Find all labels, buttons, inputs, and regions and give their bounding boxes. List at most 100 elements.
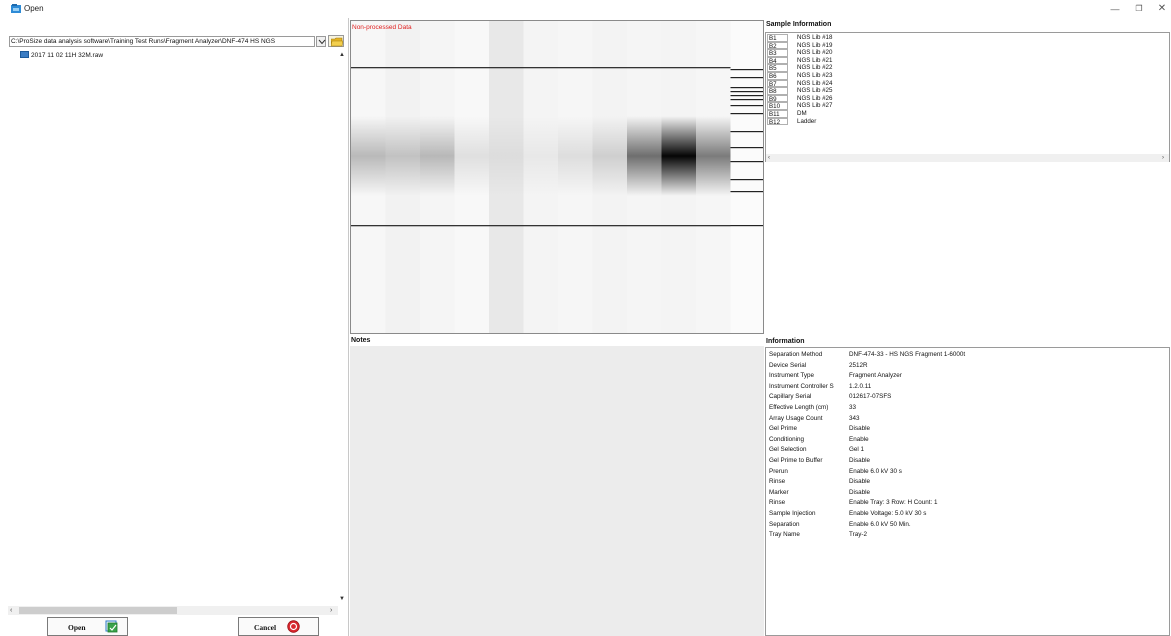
info-row: Rinse Enable Tray: 3 Row: H Count: 1 xyxy=(767,498,1169,509)
info-row: Gel Prime Disable xyxy=(767,424,1169,435)
scroll-right-icon[interactable]: › xyxy=(1162,154,1164,162)
path-input[interactable]: C:\ProSize data analysis software\Traini… xyxy=(9,36,315,47)
sample-well[interactable]: B10 xyxy=(767,102,788,110)
sample-well[interactable]: B12 xyxy=(767,117,788,126)
sample-well[interactable]: B9 xyxy=(767,94,788,103)
sample-information-heading: Sample Information xyxy=(766,21,832,28)
info-value: 012617-07SFS xyxy=(849,393,892,401)
file-tree[interactable]: 2017 11 02 11H 32M.raw xyxy=(8,49,345,607)
pane-splitter[interactable] xyxy=(348,18,349,636)
info-value: Disable xyxy=(849,488,870,496)
sample-well[interactable]: B11 xyxy=(767,110,788,118)
title-bar: Open — ❐ ✕ xyxy=(0,0,1171,18)
scroll-right-icon[interactable]: › xyxy=(330,606,332,615)
sample-well[interactable]: B2 xyxy=(767,41,788,50)
sample-name[interactable]: NGS Lib #27 xyxy=(797,102,832,110)
sample-well[interactable]: B3 xyxy=(767,49,788,57)
horizontal-scrollbar[interactable]: ‹ › xyxy=(8,606,338,615)
open-button[interactable]: Open xyxy=(47,617,128,636)
sample-name[interactable]: NGS Lib #21 xyxy=(797,57,832,65)
cancel-button[interactable]: Cancel xyxy=(238,617,319,636)
info-row: Separation Method DNF-474-33 - HS NGS Fra… xyxy=(767,350,1169,361)
sample-name[interactable]: NGS Lib #22 xyxy=(797,64,832,72)
info-key: Separation xyxy=(769,520,800,528)
file-item-label: 2017 11 02 11H 32M.raw xyxy=(31,52,104,59)
info-key: Gel Prime to Buffer xyxy=(769,457,823,464)
info-value: Disable xyxy=(849,457,870,464)
gel-smear xyxy=(385,116,420,196)
gel-marker-band xyxy=(523,67,558,69)
sample-well[interactable]: B1 xyxy=(767,34,788,42)
ladder-band xyxy=(730,99,763,101)
close-icon[interactable]: ✕ xyxy=(1155,2,1169,16)
info-value: Enable 6.0 kV 50 Min. xyxy=(849,520,911,528)
ladder-band xyxy=(730,147,763,149)
ladder-band xyxy=(730,191,763,193)
sample-name[interactable]: NGS Lib #24 xyxy=(797,80,832,88)
sample-name[interactable]: Ladder xyxy=(797,118,816,126)
scroll-down-icon[interactable]: ▼ xyxy=(339,596,345,602)
sample-well[interactable]: B6 xyxy=(767,72,788,80)
chevron-down-icon xyxy=(318,39,326,45)
gel-smear xyxy=(627,116,662,196)
sample-well[interactable]: B5 xyxy=(767,64,788,72)
info-row: Capillary Serial 012617-07SFS xyxy=(767,392,1169,403)
sample-well[interactable]: B8 xyxy=(767,87,788,95)
gel-marker-band xyxy=(420,225,455,227)
notes-textarea[interactable] xyxy=(350,346,764,636)
sample-well[interactable]: B7 xyxy=(767,79,788,88)
browse-folder-button[interactable] xyxy=(328,35,344,47)
info-value: Enable Tray: 3 Row: H Count: 1 xyxy=(849,499,938,507)
scroll-left-icon[interactable]: ‹ xyxy=(10,606,12,615)
info-key: Separation Method xyxy=(769,351,823,358)
information-table: Separation Method DNF-474-33 - HS NGS Fra… xyxy=(765,347,1170,636)
sample-information-list[interactable]: B1 NGS Lib #18 B2 NGS Lib #19 B3 NGS Lib #20 B… xyxy=(765,32,1170,162)
ladder-band xyxy=(730,77,763,79)
info-value: Tray-2 xyxy=(849,531,867,539)
scroll-up-icon[interactable]: ▲ xyxy=(339,52,345,58)
gel-smear xyxy=(696,116,731,196)
folder-icon xyxy=(331,37,343,47)
sample-name[interactable]: NGS Lib #20 xyxy=(797,49,832,57)
info-key: Tray Name xyxy=(769,531,800,539)
sample-name[interactable]: NGS Lib #23 xyxy=(797,72,832,80)
restore-icon[interactable]: ❐ xyxy=(1132,2,1146,16)
gel-label: Non-processed Data xyxy=(352,24,412,31)
gel-smear xyxy=(351,116,386,196)
gel-marker-band xyxy=(627,67,662,69)
minimize-icon[interactable]: — xyxy=(1108,2,1122,16)
scrollbar-thumb[interactable] xyxy=(19,607,177,614)
sample-name[interactable]: NGS Lib #18 xyxy=(797,34,832,42)
sample-list-scrollbar[interactable]: ‹ › xyxy=(766,154,1169,162)
sample-name[interactable]: NGS Lib #19 xyxy=(797,42,832,50)
sample-name[interactable]: NGS Lib #25 xyxy=(797,87,832,95)
ladder-band xyxy=(730,95,763,97)
info-key: Sample Injection xyxy=(769,510,816,517)
gel-marker-band xyxy=(592,67,627,69)
ladder-band xyxy=(730,87,763,89)
info-key: Effective Length (cm) xyxy=(769,404,829,411)
gel-marker-band xyxy=(489,225,524,227)
gel-marker-band xyxy=(454,67,489,69)
info-key: Instrument Type xyxy=(769,372,815,380)
info-row: Tray Name Tray-2 xyxy=(767,530,1169,541)
info-row: Effective Length (cm) 33 xyxy=(767,403,1169,414)
open-file-icon xyxy=(105,620,118,633)
info-key: Conditioning xyxy=(769,435,805,443)
path-dropdown-button[interactable] xyxy=(316,36,326,47)
notes-heading: Notes xyxy=(351,337,371,344)
info-key: Capillary Serial xyxy=(769,393,812,401)
gel-marker-band xyxy=(489,67,524,69)
info-value: 2512R xyxy=(849,361,868,369)
scroll-left-icon[interactable]: ‹ xyxy=(768,154,770,162)
info-value: Enable Voltage: 5.0 kV 30 s xyxy=(849,510,927,517)
file-item[interactable]: 2017 11 02 11H 32M.raw xyxy=(20,51,103,60)
info-key: Rinse xyxy=(769,478,786,486)
sample-name[interactable]: NGS Lib #26 xyxy=(797,95,832,103)
sample-well[interactable]: B4 xyxy=(767,56,788,65)
gel-smear xyxy=(558,116,593,196)
sample-name[interactable]: DM xyxy=(797,110,807,118)
info-value: DNF-474-33 - HS NGS Fragment 1-6000t xyxy=(849,351,966,358)
gel-marker-band xyxy=(420,67,455,69)
info-value: 33 xyxy=(849,404,857,411)
